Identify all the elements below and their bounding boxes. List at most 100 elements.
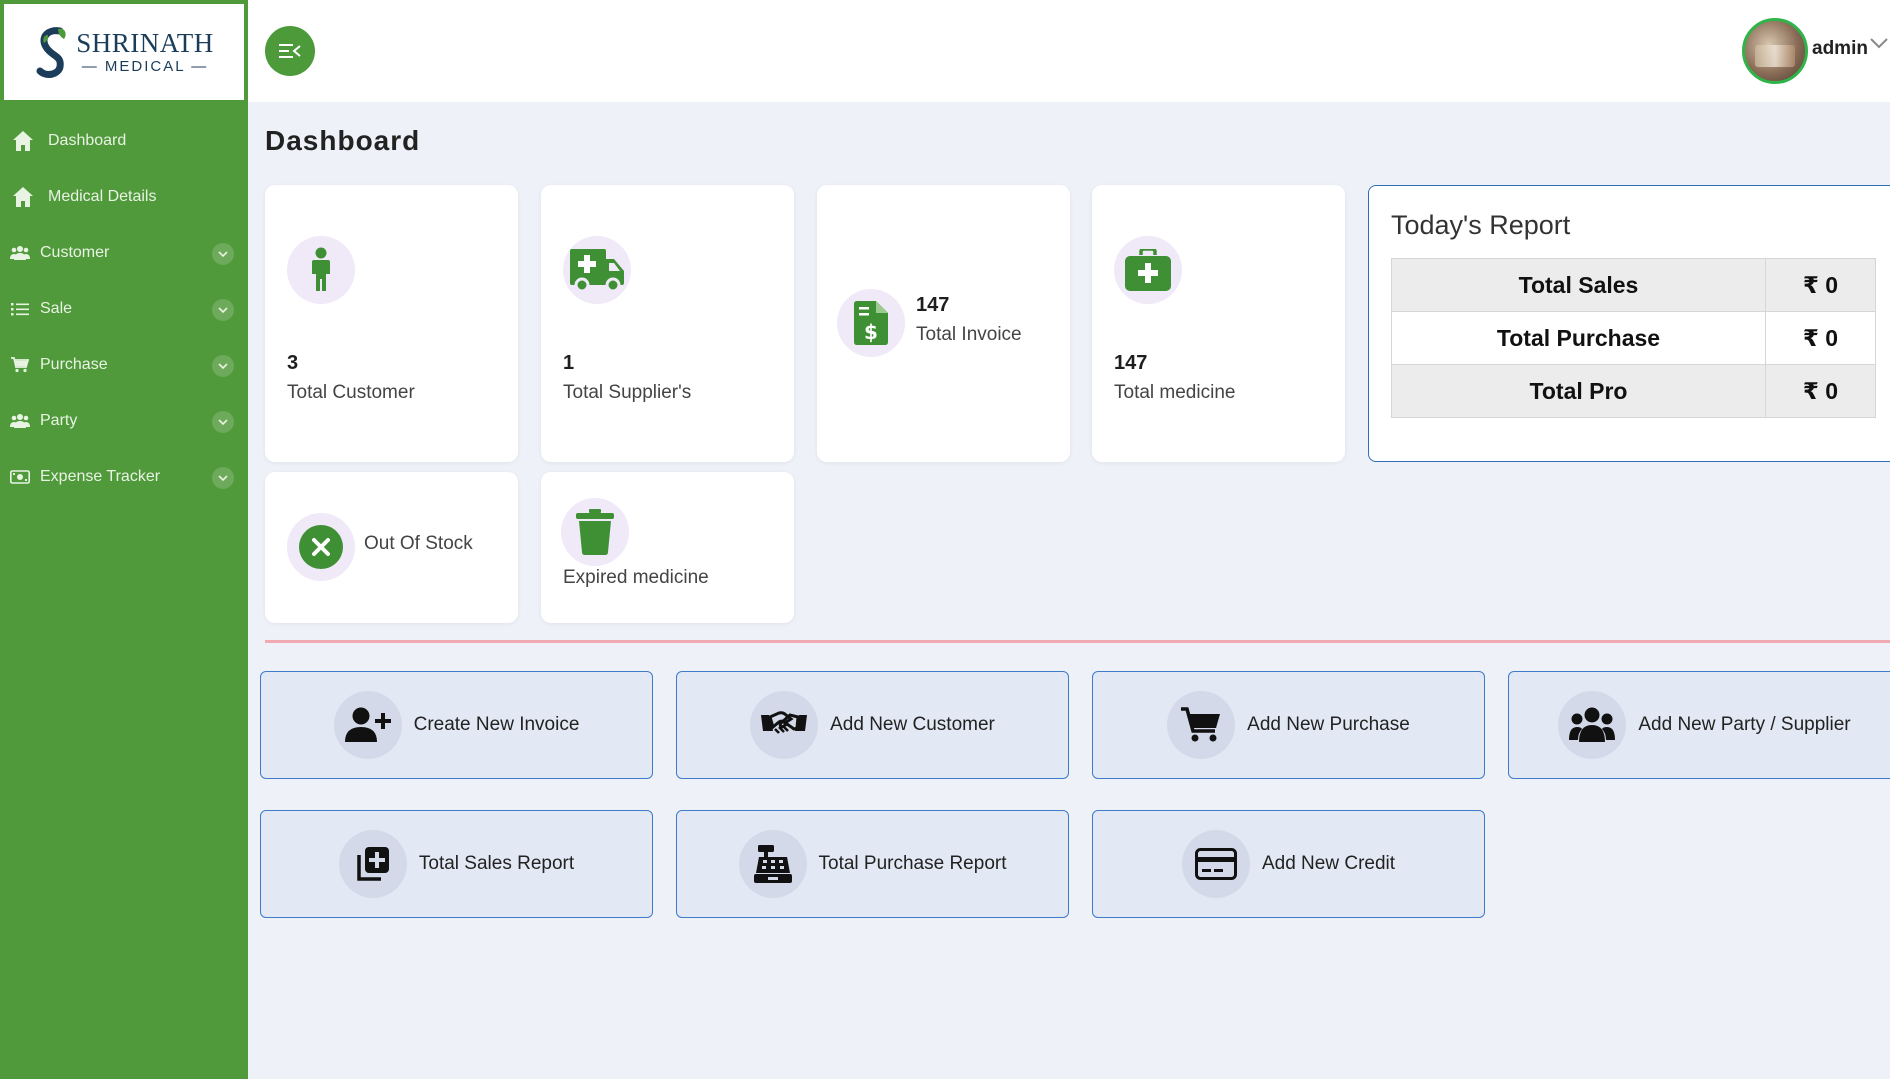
invoice-icon-circle: $ (837, 289, 905, 357)
svg-text:$: $ (864, 320, 878, 344)
report-row-value: ₹ 0 (1765, 311, 1876, 365)
report-row-label: Total Pro (1391, 364, 1766, 418)
users-icon (1558, 691, 1627, 759)
copy-plus-icon (338, 830, 407, 898)
logo-mark-icon (36, 27, 66, 78)
chevron-down-icon[interactable] (1870, 36, 1888, 54)
section-divider (265, 640, 1890, 643)
report-row-label: Total Purchase (1391, 311, 1766, 365)
stat-card-supplier[interactable]: 1 Total Supplier's (541, 185, 794, 462)
brand-logo[interactable]: SHRINATH — MEDICAL — (2, 2, 246, 102)
create-new-invoice-button[interactable]: Create New Invoice (260, 671, 653, 779)
stat-value: 3 (287, 352, 299, 374)
credit-card-icon (1181, 830, 1250, 898)
person-icon (312, 247, 330, 291)
home-icon (10, 184, 36, 210)
chevron-down-icon[interactable] (212, 355, 234, 377)
sidebar-nav: Dashboard Medical Details Customer Sale (0, 113, 248, 505)
stat-card-out-of-stock[interactable]: Out Of Stock (265, 472, 518, 623)
add-new-purchase-button[interactable]: Add New Purchase (1092, 671, 1485, 779)
action-label: Total Sales Report (418, 853, 575, 874)
stat-label: Total Supplier's (563, 382, 692, 403)
action-label: Add New Customer (830, 714, 995, 735)
person-icon-circle (287, 236, 355, 304)
stat-card-invoice[interactable]: $ 147 Total Invoice (817, 185, 1070, 462)
chevron-down-icon[interactable] (212, 467, 234, 489)
stat-card-medicine[interactable]: 147 Total medicine (1092, 185, 1345, 462)
report-title: Today's Report (1391, 210, 1571, 240)
report-row-value: ₹ 0 (1765, 364, 1876, 418)
brand-sub: — MEDICAL — (81, 58, 209, 75)
users-icon (10, 240, 30, 266)
sidebar-item-purchase[interactable]: Purchase (0, 337, 248, 393)
stat-label: Expired medicine (563, 567, 709, 588)
chevron-down-icon[interactable] (212, 411, 234, 433)
sidebar-item-label: Purchase (40, 356, 108, 373)
chevron-down-icon[interactable] (212, 243, 234, 265)
action-label: Create New Invoice (413, 714, 580, 735)
report-row: Total Sales ₹ 0 (1391, 258, 1876, 312)
add-new-party-supplier-button[interactable]: Add New Party / Supplier (1508, 671, 1890, 779)
add-new-credit-button[interactable]: Add New Credit (1092, 810, 1485, 918)
list-icon (10, 296, 30, 322)
stat-label: Out Of Stock (364, 533, 473, 554)
medkit-icon-circle (1114, 236, 1182, 304)
action-label: Add New Party / Supplier (1638, 714, 1851, 735)
sidebar: SHRINATH — MEDICAL — Dashboard Medical D… (0, 0, 248, 1079)
action-label: Total Purchase Report (818, 853, 1007, 874)
stat-label: Total Customer (287, 382, 415, 403)
stat-card-expired[interactable]: Expired medicine (541, 472, 794, 623)
menu-collapse-icon (279, 44, 301, 58)
report-row-value: ₹ 0 (1765, 258, 1876, 312)
sidebar-item-label: Party (40, 412, 78, 429)
sidebar-item-expense-tracker[interactable]: Expense Tracker (0, 449, 248, 505)
add-new-customer-button[interactable]: Add New Customer (676, 671, 1069, 779)
todays-report-card: Today's Report Total Sales ₹ 0 Total Pur… (1368, 185, 1890, 462)
out-of-stock-icon-circle (287, 513, 355, 581)
sidebar-item-sale[interactable]: Sale (0, 281, 248, 337)
handshake-icon (750, 691, 819, 759)
home-icon (10, 128, 36, 154)
report-row-label: Total Sales (1391, 258, 1766, 312)
report-row: Total Pro ₹ 0 (1391, 364, 1876, 418)
users-icon (10, 408, 30, 434)
action-label: Add New Credit (1261, 853, 1396, 874)
cart-icon (10, 352, 30, 378)
sidebar-item-label: Dashboard (48, 132, 127, 149)
stat-label: Total Invoice (916, 324, 1022, 345)
report-row: Total Purchase ₹ 0 (1391, 311, 1876, 365)
total-sales-report-button[interactable]: Total Sales Report (260, 810, 653, 918)
medical-kit-icon (1125, 249, 1171, 291)
action-label: Add New Purchase (1247, 714, 1410, 735)
sidebar-item-label: Sale (40, 300, 73, 317)
chevron-down-icon[interactable] (212, 299, 234, 321)
avatar[interactable] (1742, 18, 1808, 84)
report-table: Total Sales ₹ 0 Total Purchase ₹ 0 Total… (1391, 258, 1876, 418)
trash-icon (576, 509, 614, 555)
ambulance-icon (570, 249, 624, 293)
cart-icon (1167, 691, 1236, 759)
stat-value: 1 (563, 352, 575, 374)
sidebar-item-label: Medical Details (48, 188, 157, 205)
stat-value: 147 (1114, 352, 1148, 374)
user-plus-icon (333, 691, 402, 759)
sidebar-item-party[interactable]: Party (0, 393, 248, 449)
sidebar-item-dashboard[interactable]: Dashboard (0, 113, 248, 169)
stat-label: Total medicine (1114, 382, 1236, 403)
expired-icon-circle (561, 498, 629, 566)
sidebar-item-label: Expense Tracker (40, 468, 161, 485)
cash-register-icon (738, 830, 807, 898)
brand-name: SHRINATH (76, 28, 214, 58)
total-purchase-report-button[interactable]: Total Purchase Report (676, 810, 1069, 918)
sidebar-item-medical-details[interactable]: Medical Details (0, 169, 248, 225)
stat-card-customer[interactable]: 3 Total Customer (265, 185, 518, 462)
sidebar-item-label: Customer (40, 244, 110, 261)
money-icon (10, 464, 30, 490)
stat-value: 147 (916, 294, 950, 316)
top-bar: admin (248, 0, 1890, 102)
sidebar-item-customer[interactable]: Customer (0, 225, 248, 281)
ambulance-icon-circle (563, 236, 631, 304)
sidebar-toggle-button[interactable] (265, 26, 315, 76)
user-name[interactable]: admin (1812, 38, 1868, 60)
close-circle-icon (299, 525, 343, 569)
